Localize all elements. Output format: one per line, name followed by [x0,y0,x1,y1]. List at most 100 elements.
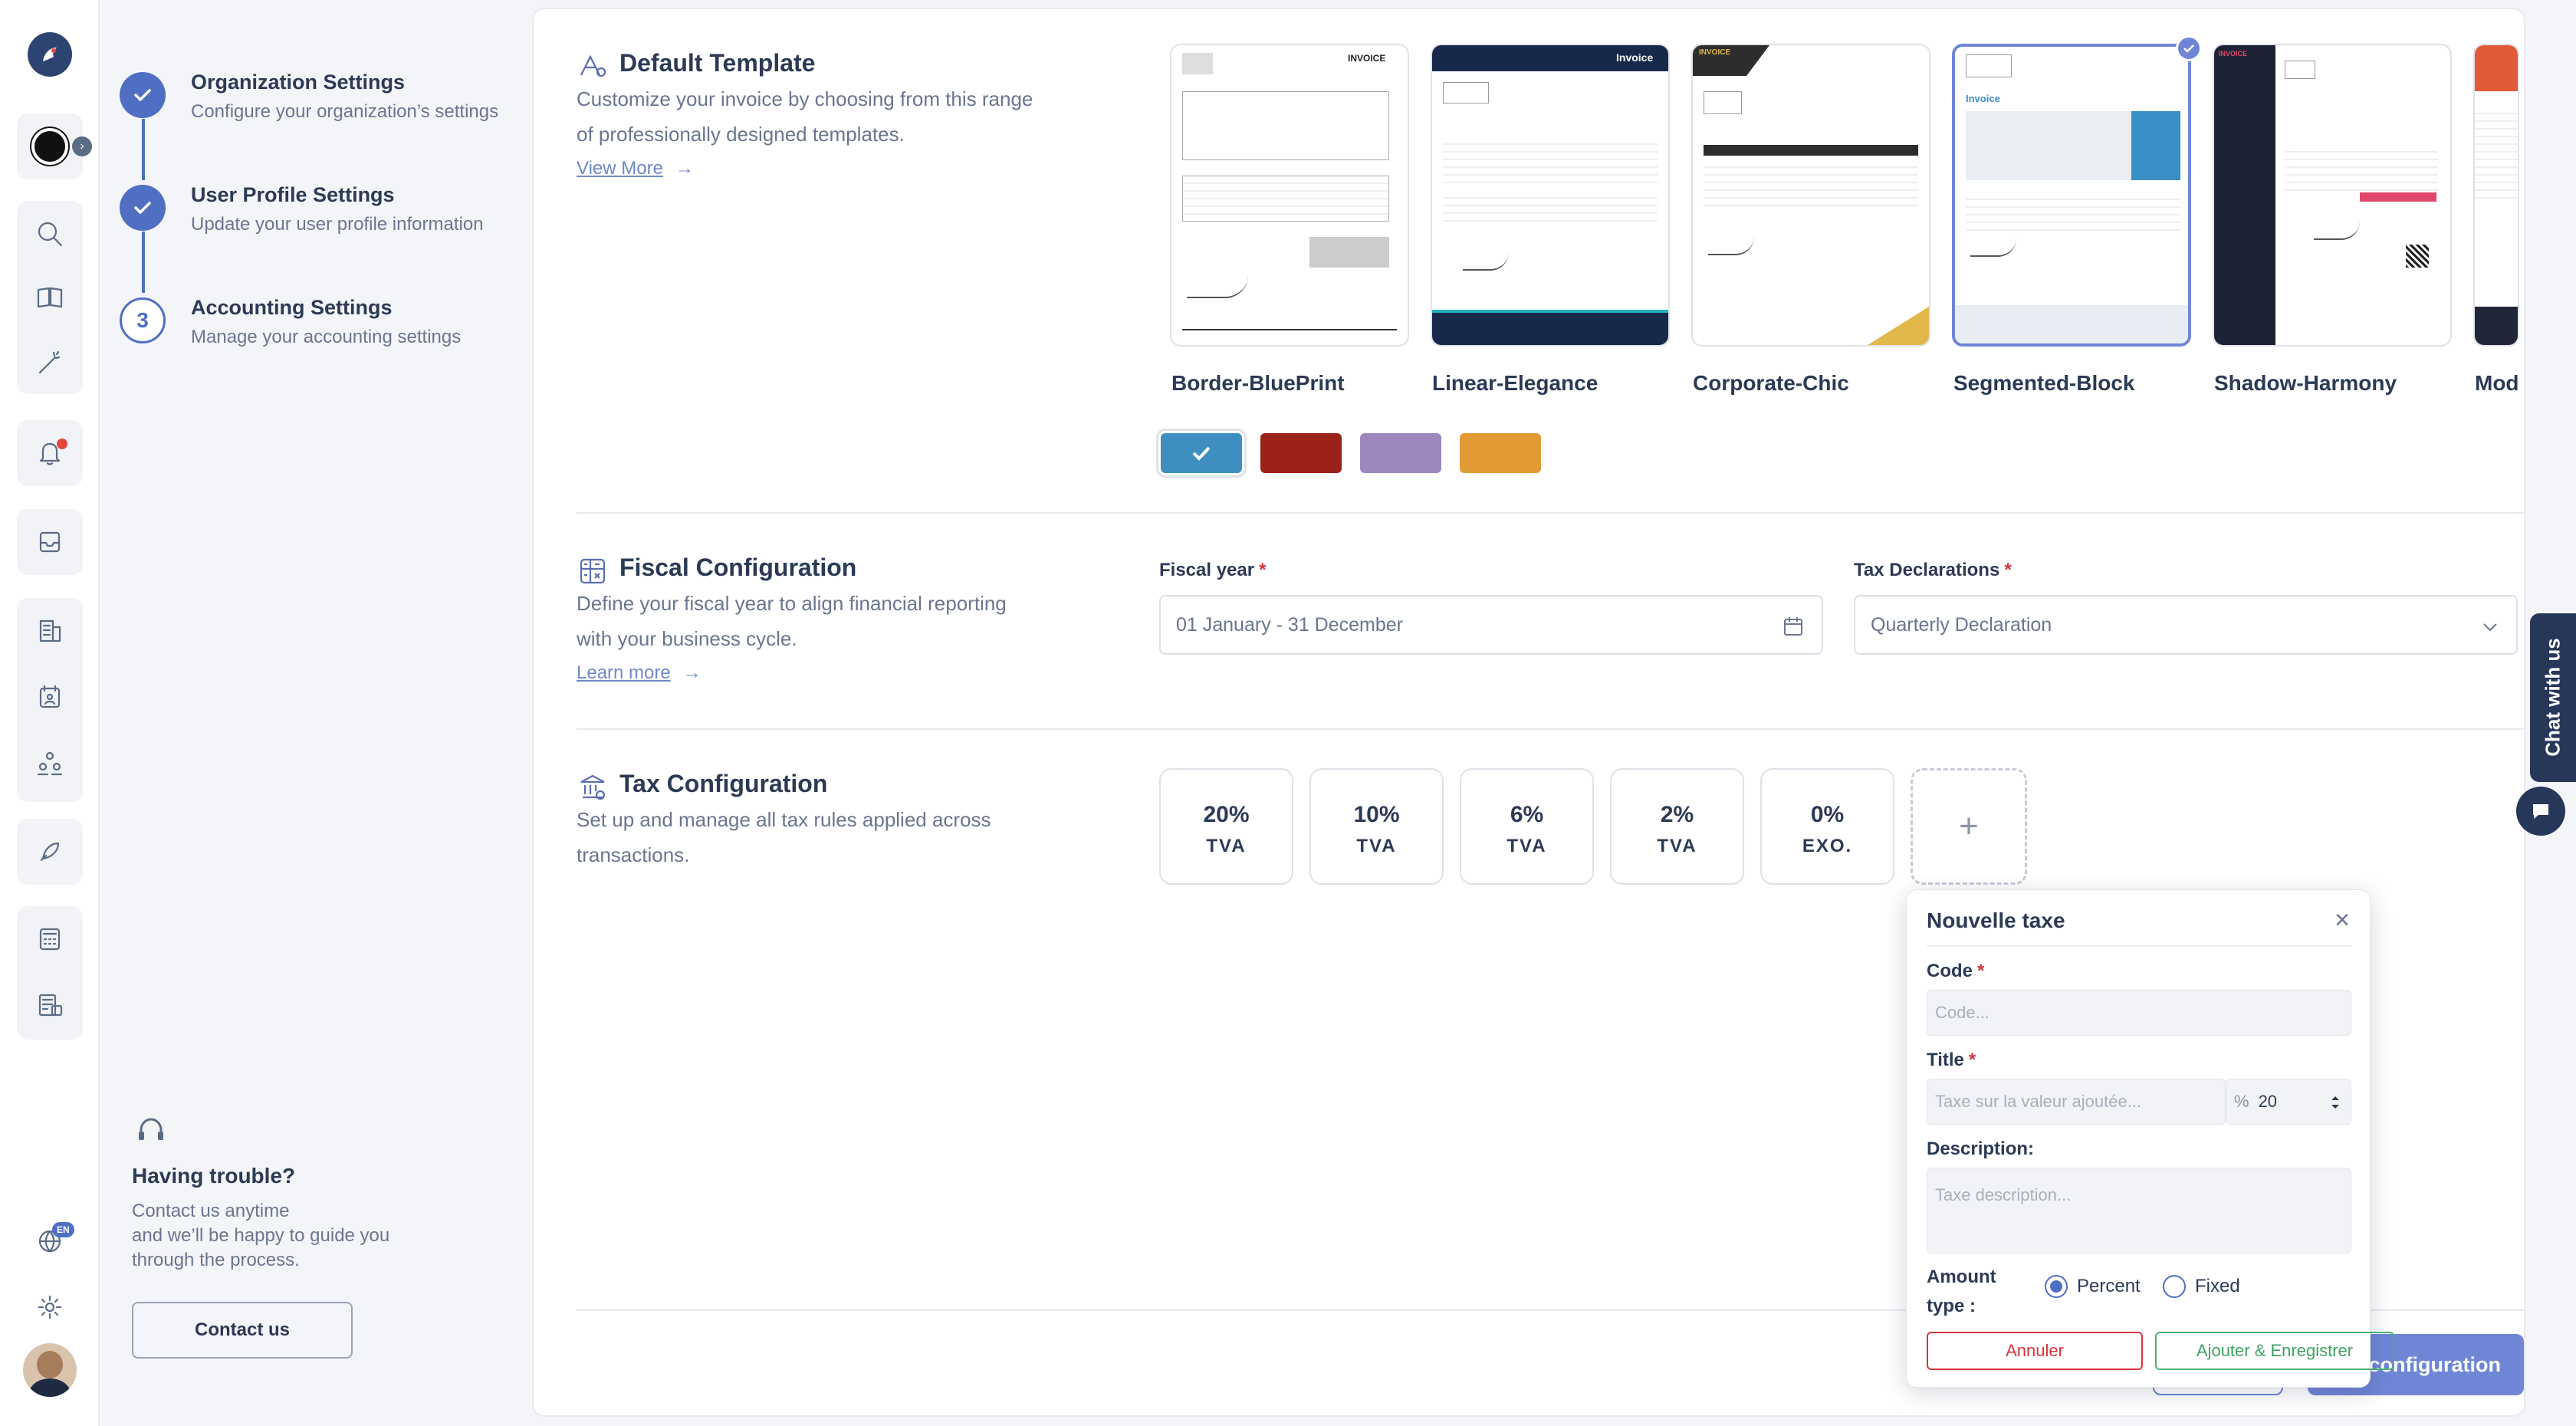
tax-rate-card[interactable]: 20% TVA [1159,768,1293,885]
magic-wand-icon[interactable] [17,330,83,396]
sidebar: › EN [0,0,100,1426]
arrow-right-icon: → [682,662,702,683]
tax-rate: 20% [1203,802,1250,827]
template-name: Border-BluePrint [1171,371,1345,395]
bank-icon [577,771,609,803]
template-shadow-harmony[interactable]: INVOICE [2213,44,2452,347]
step-title: Accounting Settings [191,296,393,319]
chat-with-us-tab[interactable]: Chat with us [2530,613,2576,782]
color-swatch-blue[interactable] [1156,429,1247,478]
section-title: Default Template [619,49,816,77]
tax-declarations-select[interactable]: Quarterly Declaration [1854,595,2518,655]
tax-rate-card[interactable]: 0% EXO. [1760,768,1894,885]
template-linear-elegance[interactable]: Invoice [1431,44,1670,347]
step-connector [142,232,145,293]
tax-declarations-label: Tax Declarations * [1854,560,2012,580]
globe-icon[interactable]: EN [17,1208,83,1274]
title-input[interactable]: Taxe sur la valeur ajoutée... [1927,1079,2226,1125]
cancel-button[interactable]: Annuler [1927,1332,2143,1370]
color-swatch-red[interactable] [1260,433,1342,473]
app-logo[interactable] [28,32,72,77]
search-icon[interactable] [17,201,83,267]
rocket-icon[interactable] [17,819,83,885]
template-name: Mod [2475,371,2519,395]
book-icon[interactable] [17,265,83,331]
title-label: Title * [1927,1050,1976,1070]
view-more-link[interactable]: View More → [577,158,694,179]
help-desc-2: and we’ll be happy to guide you [132,1225,390,1246]
arrow-right-icon: → [675,158,694,179]
amount-type-label: Amount type : [1927,1267,1996,1316]
section-title: Fiscal Configuration [619,554,857,581]
user-avatar[interactable] [23,1343,77,1397]
setup-steps-panel: Organization Settings Configure your org… [100,0,532,1426]
tax-label: TVA [1657,836,1697,856]
fiscal-year-input[interactable]: 01 January - 31 December [1159,595,1823,655]
color-swatch-orange[interactable] [1460,433,1541,473]
tax-rate-card[interactable]: 2% TVA [1610,768,1744,885]
template-header: INVOICE [1699,48,1731,57]
new-tax-popover: Nouvelle taxe × Code * Code... Title * Tax… [1906,889,2394,1388]
add-tax-button[interactable]: + [1911,768,2027,885]
radio-percent[interactable]: Percent [2045,1275,2141,1298]
radio-fixed[interactable]: Fixed [2163,1275,2240,1298]
add-and-save-button[interactable]: Ajouter & Enregistrer [2155,1332,2394,1370]
percent-stepper[interactable]: % 20 [2226,1079,2351,1125]
template-corporate-chic[interactable]: INVOICE [1691,44,1930,347]
team-icon[interactable] [17,730,83,796]
template-header: Invoice [1966,93,2000,104]
tax-label: EXO. [1802,836,1853,856]
tax-rate: 0% [1810,802,1845,827]
help-title: Having trouble? [132,1164,296,1188]
calendar-user-icon[interactable] [17,664,83,730]
expand-sidebar-icon[interactable]: › [72,136,92,156]
template-name: Linear-Elegance [1432,371,1598,395]
help-desc-1: Contact us anytime [132,1201,290,1221]
calendar-icon [1784,617,1802,636]
color-swatch-purple[interactable] [1360,433,1441,473]
description-textarea[interactable]: Taxe description... [1927,1168,2351,1254]
template-segmented-block[interactable]: Invoice [1952,44,2191,347]
contact-us-button[interactable]: Contact us [132,1302,353,1359]
code-input[interactable]: Code... [1927,990,2351,1036]
tax-rate: 6% [1510,802,1544,827]
check-icon [1192,446,1211,461]
code-label: Code * [1927,961,1985,981]
step-desc: Manage your accounting settings [191,327,462,347]
step-number: 3 [120,297,166,343]
inbox-icon[interactable] [17,509,83,575]
calculator-icon[interactable] [17,906,83,972]
template-mod[interactable] [2473,44,2519,347]
bell-icon[interactable] [17,420,83,486]
tax-rate: 10% [1353,802,1400,827]
percent-symbol: % [2234,1092,2249,1111]
check-icon [120,72,166,118]
template-border-blueprint[interactable]: INVOICE [1170,44,1409,347]
building-icon[interactable] [17,598,83,664]
step-title: User Profile Settings [191,183,395,206]
report-icon[interactable] [17,972,83,1038]
tax-label: TVA [1206,836,1247,856]
chat-label: Chat with us [2541,638,2564,757]
template-icon [577,49,609,81]
section-desc: transactions. [577,843,690,866]
help-box: Having trouble? Contact us anytime and w… [132,1112,500,1359]
divider [577,512,2524,514]
description-label: Description: [1927,1138,2035,1159]
step-desc: Configure your organization’s settings [191,101,499,122]
selected-check-icon [2176,35,2202,61]
step-title: Organization Settings [191,71,406,94]
language-badge: EN [52,1222,74,1237]
tax-rate-card[interactable]: 10% TVA [1309,768,1444,885]
stepper-arrows-icon [2331,1096,2339,1109]
learn-more-link[interactable]: Learn more → [577,662,702,684]
section-desc: Customize your invoice by choosing from … [577,87,1033,110]
template-header: Invoice [1616,51,1654,64]
notification-dot [57,439,67,449]
chat-bubble-icon[interactable] [2516,787,2565,836]
close-icon[interactable]: × [2334,905,2350,935]
gear-icon[interactable] [17,1274,83,1340]
tax-rate-card[interactable]: 6% TVA [1460,768,1594,885]
tax-label: TVA [1356,836,1397,856]
divider [577,728,2524,730]
